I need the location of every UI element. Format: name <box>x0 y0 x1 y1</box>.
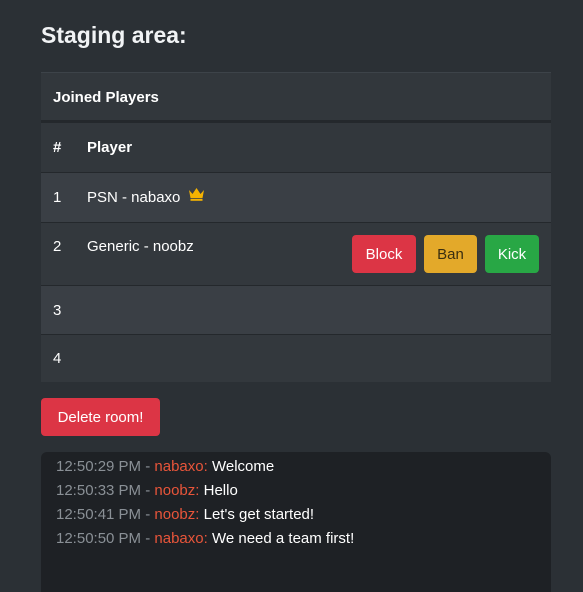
table-caption-label: Joined Players <box>53 89 159 106</box>
player-name: Generic - noobz <box>87 238 194 255</box>
chat-message: 12:50:33 PM - noobz: Hello <box>56 479 536 503</box>
message-timestamp: 12:50:33 PM <box>56 482 142 499</box>
table-row: 3 <box>41 285 551 334</box>
player-cell: PSN - nabaxo <box>87 173 205 223</box>
column-header-number: # <box>53 139 62 156</box>
column-header-player: Player <box>87 139 133 156</box>
crown-icon <box>188 172 205 222</box>
message-username: nabaxo: <box>154 458 208 475</box>
message-timestamp: 12:50:41 PM <box>56 506 142 523</box>
chat-log[interactable]: 12:50:29 PM - nabaxo: Welcome 12:50:33 P… <box>41 452 551 592</box>
table-row: 2 Generic - noobz Block Ban Kick <box>41 222 551 285</box>
players-table: Joined Players # Player 1 PSN - nabaxo 2… <box>41 72 551 382</box>
message-text: Let's get started! <box>203 506 315 523</box>
table-header-row: # Player <box>41 122 551 172</box>
row-number: 1 <box>53 189 62 206</box>
page-title: Staging area: <box>41 22 187 48</box>
row-number: 2 <box>53 238 62 255</box>
kick-player-button[interactable]: Kick <box>485 235 539 273</box>
chat-message: 12:50:41 PM - noobz: Let's get started! <box>56 503 536 527</box>
message-timestamp: 12:50:29 PM <box>56 458 142 475</box>
message-separator: - <box>145 506 151 523</box>
message-separator: - <box>145 482 151 499</box>
message-timestamp: 12:50:50 PM <box>56 530 142 547</box>
message-username: noobz: <box>154 482 200 499</box>
message-text: Welcome <box>211 458 275 475</box>
row-number: 4 <box>53 350 62 367</box>
table-row: 4 <box>41 334 551 382</box>
player-name: PSN - nabaxo <box>87 189 181 206</box>
message-separator: - <box>145 458 151 475</box>
message-text: We need a team first! <box>211 530 355 547</box>
message-username: noobz: <box>154 506 200 523</box>
table-caption: Joined Players <box>41 72 551 122</box>
chat-message: 12:50:29 PM - nabaxo: Welcome <box>56 455 536 479</box>
delete-room-button[interactable]: Delete room! <box>41 398 160 436</box>
chat-message: 12:50:50 PM - nabaxo: We need a team fir… <box>56 527 536 551</box>
ban-player-button[interactable]: Ban <box>424 235 477 273</box>
message-username: nabaxo: <box>154 530 208 547</box>
message-text: Hello <box>203 482 238 499</box>
row-number: 3 <box>53 302 62 319</box>
table-row: 1 PSN - nabaxo <box>41 172 551 222</box>
message-separator: - <box>145 530 151 547</box>
block-player-button[interactable]: Block <box>352 235 416 273</box>
